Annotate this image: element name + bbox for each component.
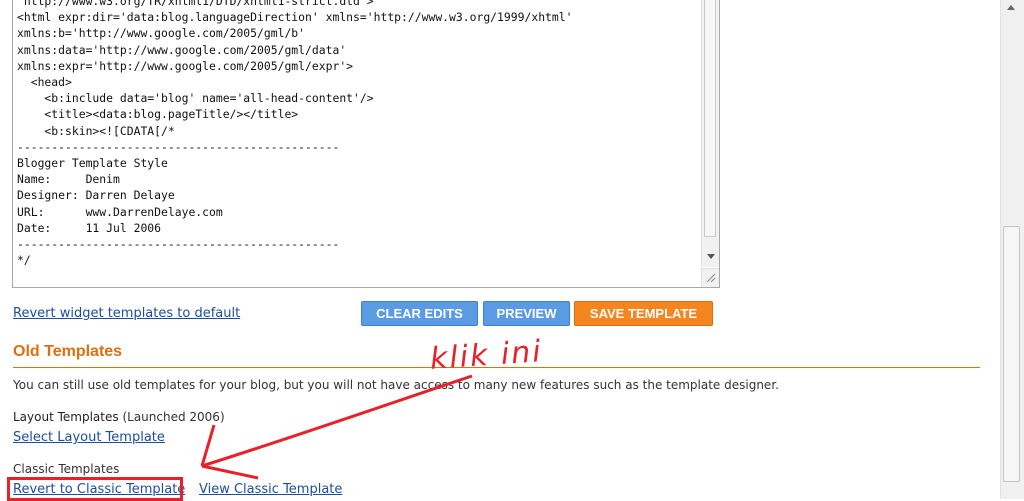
template-html-editor[interactable]: "http://www.w3.org/TR/xhtml1/DTD/xhtml1-…: [12, 0, 720, 288]
page-scrollbar[interactable]: [1000, 0, 1024, 499]
template-code[interactable]: "http://www.w3.org/TR/xhtml1/DTD/xhtml1-…: [17, 0, 572, 268]
old-templates-heading: Old Templates: [13, 343, 123, 360]
old-templates-description: You can still use old templates for your…: [13, 378, 779, 392]
scroll-up-icon[interactable]: [1007, 5, 1015, 10]
classic-templates-heading: Classic Templates: [13, 462, 120, 476]
select-layout-template-link[interactable]: Select Layout Template: [13, 430, 165, 445]
layout-templates-title: Layout Templates: [13, 410, 119, 424]
revert-widget-templates-link[interactable]: Revert widget templates to default: [13, 306, 240, 321]
highlight-box: [7, 477, 183, 501]
scroll-down-icon[interactable]: [707, 254, 715, 259]
preview-button[interactable]: PREVIEW: [483, 301, 570, 326]
editor-scrollbar[interactable]: [701, 0, 719, 267]
view-classic-template-link[interactable]: View Classic Template: [199, 482, 342, 497]
annotation-text: klik ini: [428, 334, 544, 377]
save-template-button[interactable]: SAVE TEMPLATE: [574, 301, 713, 326]
page-scrollbar-thumb[interactable]: [1003, 226, 1020, 482]
layout-launched-note: (Launched 2006): [122, 410, 225, 424]
clear-edits-button[interactable]: CLEAR EDITS: [361, 301, 478, 326]
resize-handle-icon[interactable]: [701, 268, 719, 287]
editor-scrollbar-thumb[interactable]: [704, 0, 716, 237]
layout-templates-heading: Layout Templates (Launched 2006): [13, 410, 225, 424]
